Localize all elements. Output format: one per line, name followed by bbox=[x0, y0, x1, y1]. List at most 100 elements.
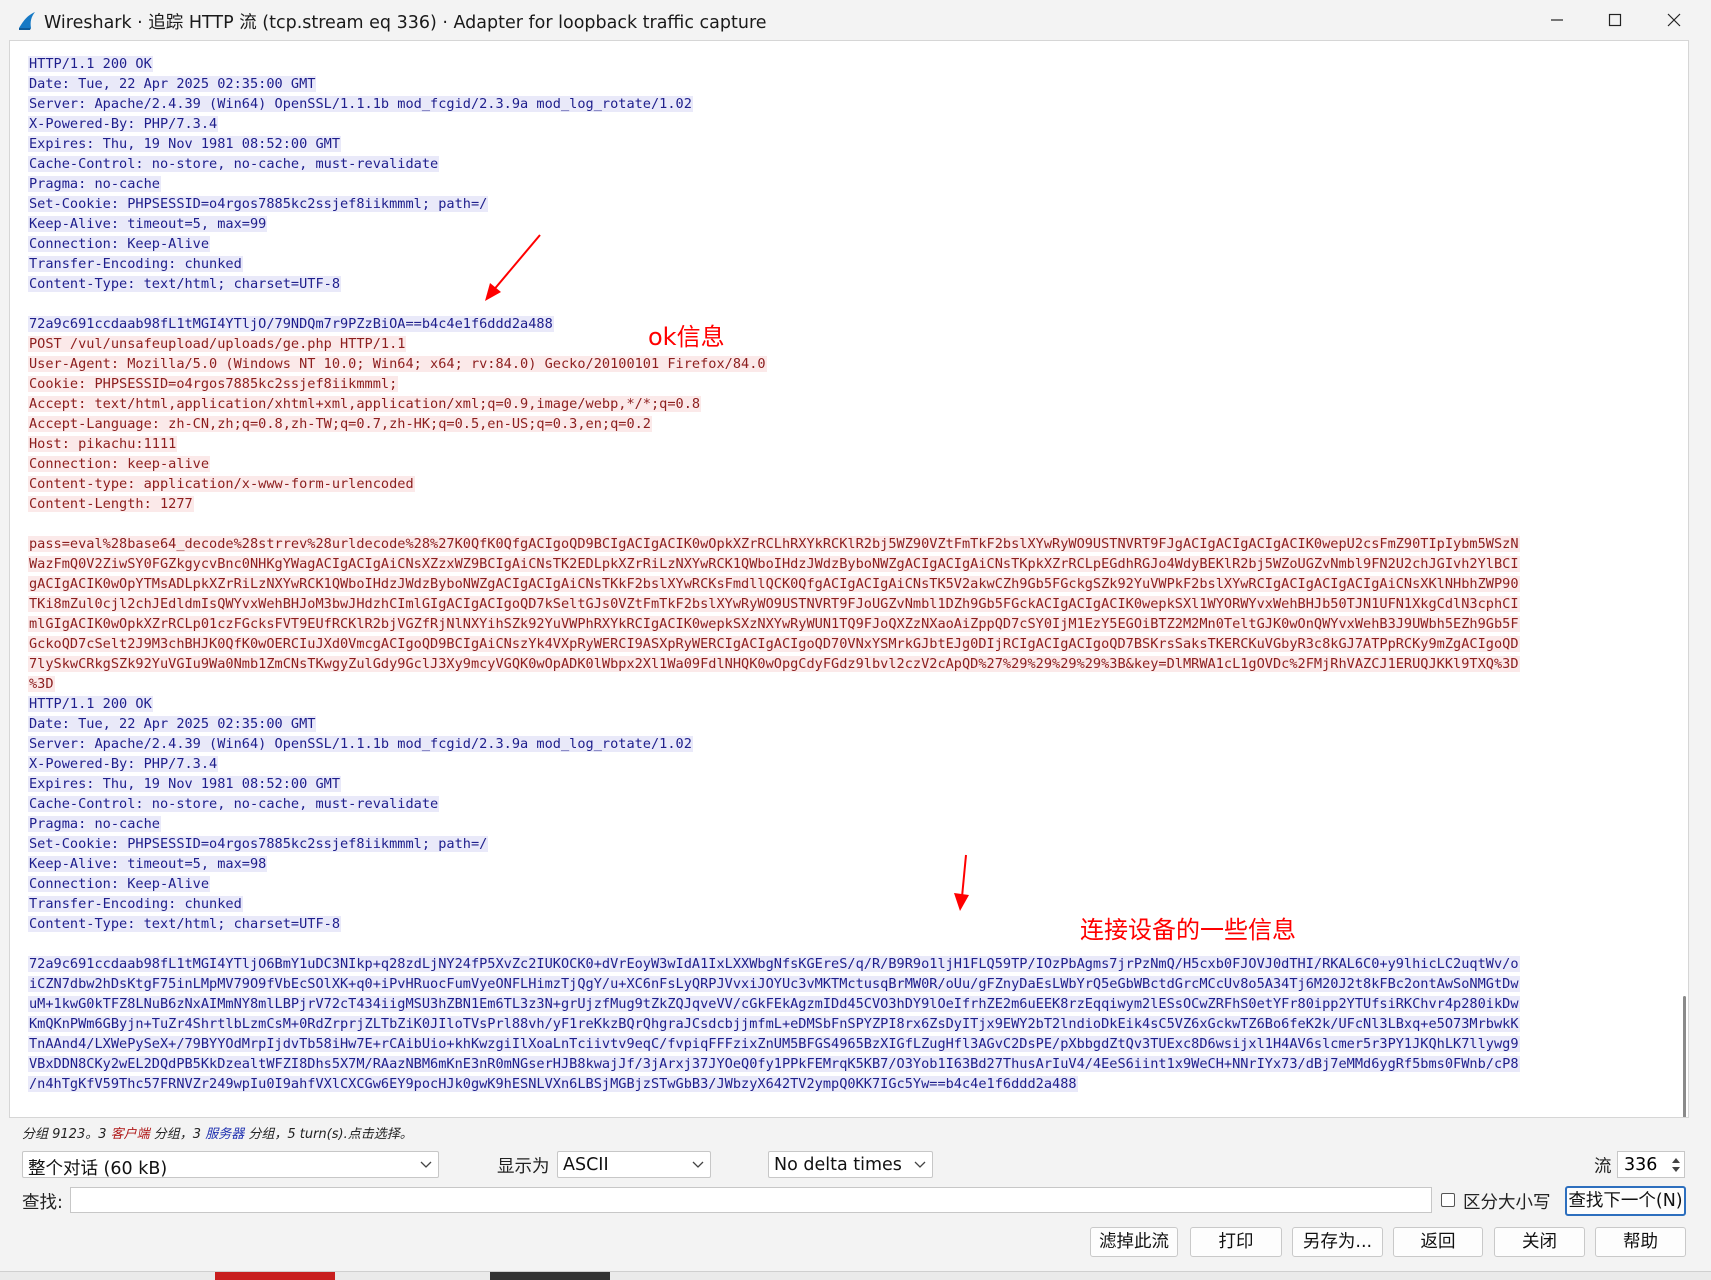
status-summary: 分组 9123。3 客户端 分组，3 服务器 分组，5 turn(s).点击选择… bbox=[22, 1123, 413, 1142]
server-line: Server: Apache/2.4.39 (Win64) OpenSSL/1.… bbox=[28, 734, 1676, 754]
spin-arrows-icon[interactable] bbox=[1670, 1155, 1682, 1175]
find-next-button[interactable]: 查找下一个(N) bbox=[1565, 1186, 1686, 1216]
stream-line-text: X-Powered-By: PHP/7.3.4 bbox=[28, 116, 219, 132]
annotation-ok-info: ok信息 bbox=[648, 323, 725, 351]
stream-line-text: Set-Cookie: PHPSESSID=o4rgos7885kc2ssjef… bbox=[28, 196, 489, 212]
stream-line-text: pass=eval%28base64_decode%28strrev%28url… bbox=[28, 536, 1520, 552]
stream-line-text: WazFmQ0V2ZiwSY0FGZkgycvBnc0NHKgYWagACIgA… bbox=[28, 556, 1520, 572]
client-line: WazFmQ0V2ZiwSY0FGZkgycvBnc0NHKgYWagACIgA… bbox=[28, 554, 1676, 574]
stream-content-pane[interactable]: HTTP/1.1 200 OK Date: Tue, 22 Apr 2025 02… bbox=[9, 40, 1689, 1118]
client-line: Content-Length: 1277 bbox=[28, 494, 1676, 514]
show-as-label: 显示为 bbox=[497, 1157, 550, 1177]
server-line: Keep-Alive: timeout=5, max=99 bbox=[28, 214, 1676, 234]
show-as-select-value: ASCII bbox=[563, 1155, 609, 1175]
server-line: Transfer-Encoding: chunked bbox=[28, 254, 1676, 274]
stream-line-text: Content-type: application/x-www-form-url… bbox=[28, 476, 415, 492]
status-mid: 分组，3 bbox=[149, 1127, 206, 1142]
annotation-device-info: 连接设备的一些信息 bbox=[1080, 916, 1296, 944]
server-line: HTTP/1.1 200 OK bbox=[28, 54, 1676, 74]
client-line: Connection: keep-alive bbox=[28, 454, 1676, 474]
conversation-select[interactable]: 整个对话 (60 kB) bbox=[22, 1151, 439, 1179]
stream-line-text: Pragma: no-cache bbox=[28, 176, 161, 192]
stream-line-text: Transfer-Encoding: chunked bbox=[28, 896, 243, 912]
help-button[interactable]: 帮助 bbox=[1595, 1227, 1686, 1257]
client-line: gACIgACIK0wOpYTMsADLpkXZrRiLzNXYwRCK1QWb… bbox=[28, 574, 1676, 594]
filter-out-stream-button[interactable]: 滤掉此流 bbox=[1090, 1227, 1178, 1257]
client-line: pass=eval%28base64_decode%28strrev%28url… bbox=[28, 534, 1676, 554]
find-label: 查找: bbox=[22, 1193, 63, 1213]
client-line: Cookie: PHPSESSID=o4rgos7885kc2ssjef8iik… bbox=[28, 374, 1676, 394]
server-line: Pragma: no-cache bbox=[28, 814, 1676, 834]
stream-line-text: KmQKnPWm6GByjn+TuZr4ShrtlbLzmCsM+0RdZrpr… bbox=[28, 1016, 1520, 1032]
stream-line-text: 72a9c691ccdaab98fL1tMGI4YTljO/79NDQm7r9P… bbox=[28, 316, 554, 332]
client-line: %3D bbox=[28, 674, 1676, 694]
server-line: Cache-Control: no-store, no-cache, must-… bbox=[28, 794, 1676, 814]
chevron-down-icon bbox=[692, 1161, 704, 1168]
server-line: Cache-Control: no-store, no-cache, must-… bbox=[28, 154, 1676, 174]
server-line: Connection: Keep-Alive bbox=[28, 874, 1676, 894]
server-line: Server: Apache/2.4.39 (Win64) OpenSSL/1.… bbox=[28, 94, 1676, 114]
show-as-select[interactable]: ASCII bbox=[557, 1151, 711, 1178]
stream-line-text: Cache-Control: no-store, no-cache, must-… bbox=[28, 796, 440, 812]
stream-line-text: Server: Apache/2.4.39 (Win64) OpenSSL/1.… bbox=[28, 96, 693, 112]
delta-times-select[interactable]: No delta times bbox=[768, 1151, 933, 1178]
close-button[interactable]: 关闭 bbox=[1494, 1227, 1585, 1257]
minimize-button[interactable] bbox=[1528, 0, 1586, 40]
window-title: Wireshark · 追踪 HTTP 流 (tcp.stream eq 336… bbox=[44, 13, 767, 33]
stream-number-spinbox[interactable]: 336 bbox=[1617, 1151, 1685, 1178]
server-line: Transfer-Encoding: chunked bbox=[28, 894, 1676, 914]
stream-line-text: 7lySkwCRkgSZk92YuVGIu9Wa0Nmb1ZmCNsTKwgyZ… bbox=[28, 656, 1520, 672]
client-line: GckoQD7cSelt2J9M3chBHJK0QfK0wOERCIuJXd0V… bbox=[28, 634, 1676, 654]
stream-line-text: X-Powered-By: PHP/7.3.4 bbox=[28, 756, 219, 772]
stream-line-text: iCZN7dbw2hDsKtgF75inLMpMV79O9fVbEcSOlXK+… bbox=[28, 976, 1520, 992]
back-button[interactable]: 返回 bbox=[1393, 1227, 1483, 1257]
stream-line-text: Accept: text/html,application/xhtml+xml,… bbox=[28, 396, 702, 412]
server-line: Date: Tue, 22 Apr 2025 02:35:00 GMT bbox=[28, 74, 1676, 94]
server-line: /n4hTgKfV59Thc57FRNVZr249wpIu0I9ahfVXlCX… bbox=[28, 1074, 1676, 1094]
stream-line-text: User-Agent: Mozilla/5.0 (Windows NT 10.0… bbox=[28, 356, 767, 372]
client-link[interactable]: 客户端 bbox=[111, 1127, 150, 1142]
background-window-strip bbox=[0, 1272, 1711, 1280]
client-line: Accept-Language: zh-CN,zh;q=0.8,zh-TW;q=… bbox=[28, 414, 1676, 434]
vertical-scrollbar[interactable] bbox=[1683, 996, 1686, 1117]
stream-line-text: Cookie: PHPSESSID=o4rgos7885kc2ssjef8iik… bbox=[28, 376, 399, 392]
stream-line-text: Keep-Alive: timeout=5, max=99 bbox=[28, 216, 268, 232]
server-line: X-Powered-By: PHP/7.3.4 bbox=[28, 754, 1676, 774]
close-window-button[interactable] bbox=[1645, 0, 1703, 40]
print-button[interactable]: 打印 bbox=[1190, 1227, 1282, 1257]
stream-line-text: mlGIgACIK0wOpkXZrRCLp01czFGcksFVT9EUfRCK… bbox=[28, 616, 1520, 632]
maximize-button[interactable] bbox=[1586, 0, 1644, 40]
stream-line-text: Keep-Alive: timeout=5, max=98 bbox=[28, 856, 268, 872]
stream-line-text: Server: Apache/2.4.39 (Win64) OpenSSL/1.… bbox=[28, 736, 693, 752]
stream-label: 流 bbox=[1594, 1157, 1612, 1177]
stream-number-value: 336 bbox=[1624, 1155, 1658, 1175]
server-line: Content-Type: text/html; charset=UTF-8 bbox=[28, 274, 1676, 294]
save-as-button[interactable]: 另存为... bbox=[1292, 1227, 1383, 1257]
title-bar[interactable]: Wireshark · 追踪 HTTP 流 (tcp.stream eq 336… bbox=[0, 0, 1711, 40]
stream-line-text: Expires: Thu, 19 Nov 1981 08:52:00 GMT bbox=[28, 136, 341, 152]
stream-line-text: TnAAnd4/LXWePySeX+/79BYYOdMrpIjdvTb58iHw… bbox=[28, 1036, 1520, 1052]
close-icon bbox=[1667, 13, 1681, 27]
stream-line-text: Expires: Thu, 19 Nov 1981 08:52:00 GMT bbox=[28, 776, 341, 792]
status-prefix: 分组 9123。3 bbox=[22, 1127, 111, 1142]
server-line: Content-Type: text/html; charset=UTF-8 bbox=[28, 914, 1676, 934]
find-input[interactable] bbox=[70, 1187, 1432, 1213]
stream-line-text: Transfer-Encoding: chunked bbox=[28, 256, 243, 272]
wireshark-fin-icon bbox=[19, 12, 35, 30]
red-arrow-icon bbox=[485, 234, 541, 301]
stream-text[interactable]: HTTP/1.1 200 OK Date: Tue, 22 Apr 2025 02… bbox=[28, 54, 1676, 1094]
server-line: Set-Cookie: PHPSESSID=o4rgos7885kc2ssjef… bbox=[28, 834, 1676, 854]
server-line: Connection: Keep-Alive bbox=[28, 234, 1676, 254]
server-line: Set-Cookie: PHPSESSID=o4rgos7885kc2ssjef… bbox=[28, 194, 1676, 214]
stream-line-text: /n4hTgKfV59Thc57FRNVZr249wpIu0I9ahfVXlCX… bbox=[28, 1076, 1078, 1092]
stream-line-text: Content-Type: text/html; charset=UTF-8 bbox=[28, 276, 341, 292]
stream-line-text: Cache-Control: no-store, no-cache, must-… bbox=[28, 156, 440, 172]
client-line: 7lySkwCRkgSZk92YuVGIu9Wa0Nmb1ZmCNsTKwgyZ… bbox=[28, 654, 1676, 674]
case-sensitive-label[interactable]: 区分大小写 bbox=[1463, 1189, 1551, 1214]
red-arrow-icon bbox=[954, 854, 969, 911]
server-line: Keep-Alive: timeout=5, max=98 bbox=[28, 854, 1676, 874]
server-link[interactable]: 服务器 bbox=[205, 1127, 244, 1142]
case-sensitive-checkbox[interactable] bbox=[1441, 1193, 1455, 1207]
